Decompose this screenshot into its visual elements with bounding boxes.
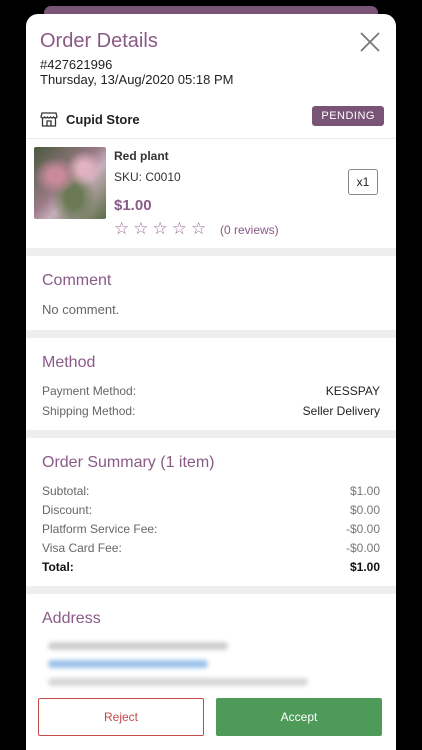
payment-method-label: Payment Method: [42,384,137,398]
order-details-sheet: Order Details #427621996 Thursday, 13/Au… [26,14,396,750]
star-icon: ☆ [133,219,149,238]
address-line-redacted [48,660,208,668]
accept-button[interactable]: Accept [216,698,382,736]
discount-label: Discount: [42,503,93,517]
shipping-method-value: Seller Delivery [302,404,380,418]
product-image [34,147,106,219]
status-badge: PENDING [312,106,384,126]
rating-stars: ☆ ☆ ☆ ☆ ☆ [114,220,206,238]
product-item[interactable]: Red plant SKU: C0010 $1.00 x1 ☆ ☆ ☆ ☆ ☆ … [26,138,396,250]
close-icon [360,32,380,52]
discount-value: $0.00 [349,503,380,517]
product-price: $1.00 [114,197,152,214]
section-divider [26,586,396,594]
comment-text: No comment. [42,302,120,317]
method-title: Method [42,354,96,371]
subtotal-value: $1.00 [349,484,380,498]
section-divider [26,330,396,338]
visa-fee-value: -$0.00 [345,541,380,555]
summary-title: Order Summary (1 item) [42,454,215,471]
header: Order Details #427621996 Thursday, 13/Au… [26,14,396,110]
star-icon: ☆ [171,219,187,238]
order-date: Thursday, 13/Aug/2020 05:18 PM [40,72,234,87]
product-name: Red plant [114,149,169,163]
subtotal-label: Subtotal: [42,484,90,498]
order-number: #427621996 [40,57,113,72]
payment-method-value: KESSPAY [325,384,380,398]
address-line-redacted [48,678,308,686]
close-button[interactable] [358,30,382,54]
platform-fee-label: Platform Service Fee: [42,522,158,536]
section-divider [26,430,396,438]
store-icon [40,112,58,127]
visa-fee-label: Visa Card Fee: [42,541,122,555]
star-icon: ☆ [191,219,207,238]
reject-button[interactable]: Reject [38,698,204,736]
store-row: Cupid Store PENDING [26,104,396,138]
page-title: Order Details [40,30,158,52]
address-line-redacted [48,642,228,650]
reviews-link[interactable]: (0 reviews) [220,223,279,237]
address-title: Address [42,610,101,627]
star-icon: ☆ [114,219,130,238]
total-value: $1.00 [349,560,380,574]
product-sku: SKU: C0010 [114,170,181,184]
action-bar: Reject Accept [26,698,396,750]
total-label: Total: [42,560,74,574]
shipping-method-label: Shipping Method: [42,404,136,418]
store-name: Cupid Store [66,112,140,127]
comment-title: Comment [42,272,112,289]
star-icon: ☆ [152,219,168,238]
section-divider [26,248,396,256]
platform-fee-value: -$0.00 [345,522,380,536]
quantity-badge: x1 [348,169,378,195]
